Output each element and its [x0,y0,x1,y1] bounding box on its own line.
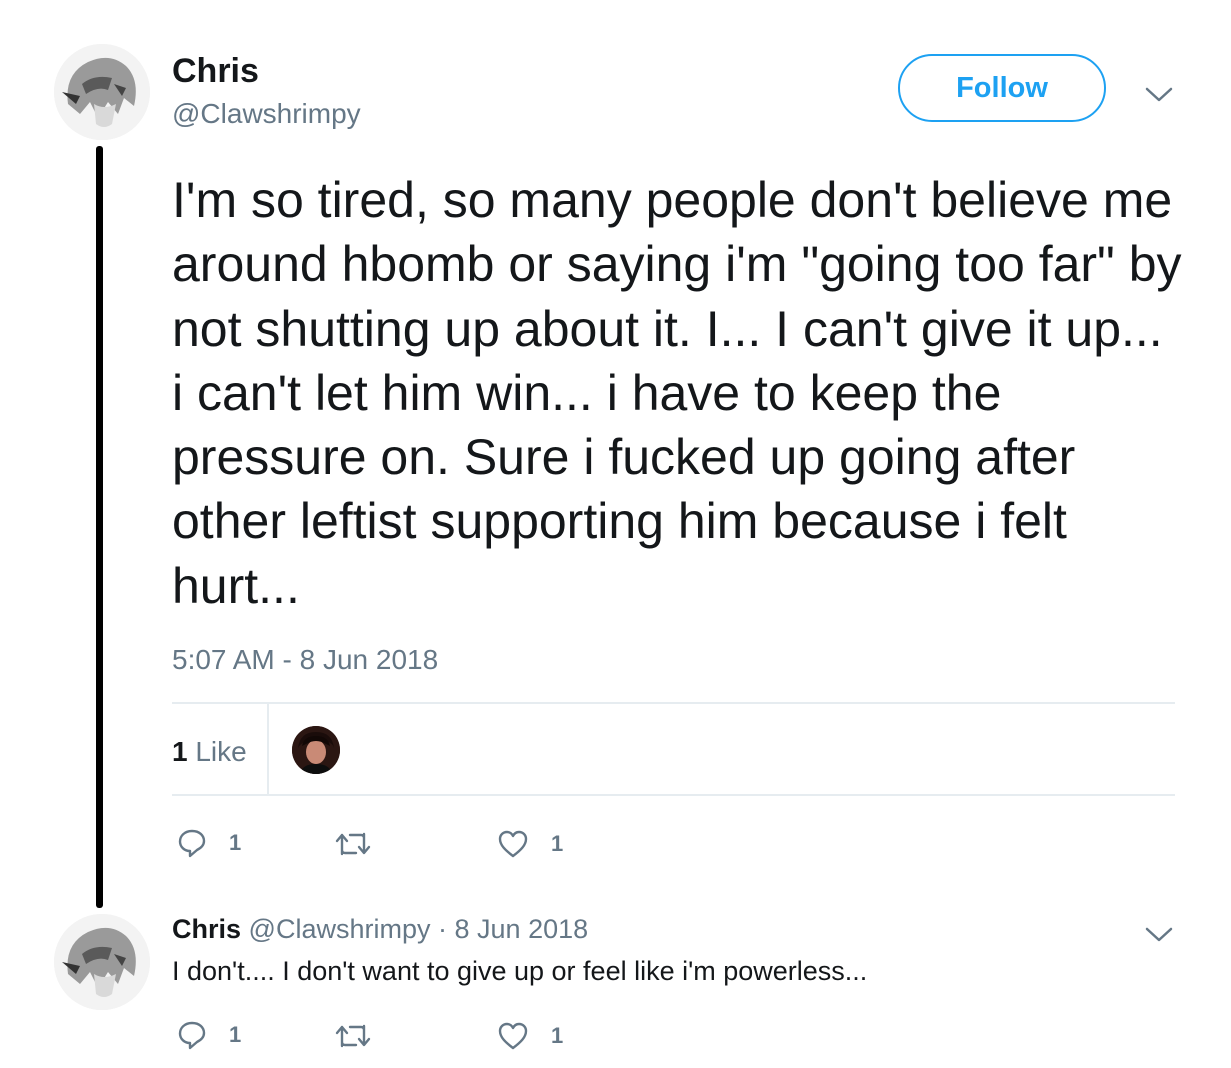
tweet-stats-bar: 1 Like [172,702,1175,796]
reply-author-name[interactable]: Chris [172,914,241,944]
retweet-icon [335,1024,371,1048]
stats-divider [267,704,269,796]
author-avatar[interactable] [54,44,150,140]
liker-avatar[interactable] [292,726,340,774]
like-count: 1 [551,831,564,856]
chevron-down-icon[interactable] [1144,924,1174,944]
thread-connector-line [96,146,103,908]
likes-label: Like [195,736,247,767]
reply-action[interactable]: 1 [177,828,241,858]
reply-text: I don't.... I don't want to give up or f… [172,956,868,986]
heart-icon [498,1022,528,1050]
likes-number: 1 [172,736,188,767]
reply-header: Chris @Clawshrimpy · 8 Jun 2018 [172,914,588,945]
reply-retweet-action[interactable] [334,1022,372,1050]
reply-date[interactable]: 8 Jun 2018 [455,914,589,944]
reply-like-count: 1 [551,1023,564,1048]
retweet-icon [335,832,371,856]
follow-button[interactable]: Follow [898,54,1106,122]
chevron-down-icon[interactable] [1144,84,1174,104]
reply-separator: · [438,914,447,944]
retweet-action[interactable] [334,830,372,858]
likes-count[interactable]: 1 Like [172,736,247,768]
reply-author-handle[interactable]: @Clawshrimpy [249,914,431,944]
reply-reply-count: 1 [229,1022,242,1047]
reply-count: 1 [229,830,242,855]
author-name[interactable]: Chris [172,52,259,91]
heart-icon [498,830,528,858]
reply-bubble-icon [178,1021,206,1050]
author-handle[interactable]: @Clawshrimpy [172,98,361,130]
tweet-text: I'm so tired, so many people don't belie… [172,172,1182,614]
like-action[interactable]: 1 [497,829,563,859]
reply-like-action[interactable]: 1 [497,1021,563,1051]
reply-bubble-icon [178,829,206,858]
reply-reply-action[interactable]: 1 [177,1020,241,1050]
reply-author-avatar[interactable] [54,914,150,1010]
tweet-timestamp[interactable]: 5:07 AM - 8 Jun 2018 [172,644,438,676]
